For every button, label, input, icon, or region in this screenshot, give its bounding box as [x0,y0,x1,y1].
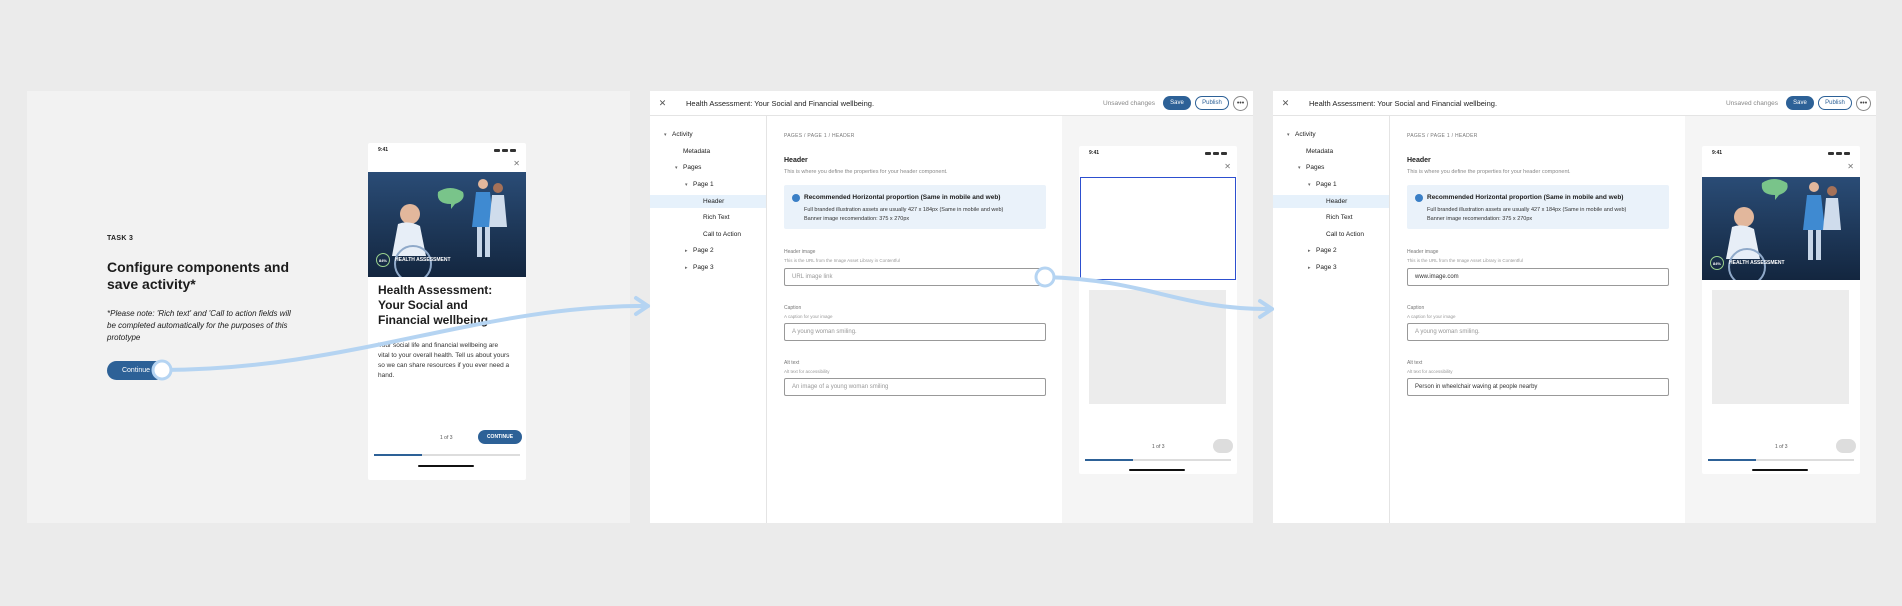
connector-line-1 [160,303,650,372]
connector-handle-2 [1034,266,1056,288]
flow-connectors [151,266,1274,381]
connector-handle-1 [151,359,173,381]
connector-line-2 [1043,275,1274,312]
